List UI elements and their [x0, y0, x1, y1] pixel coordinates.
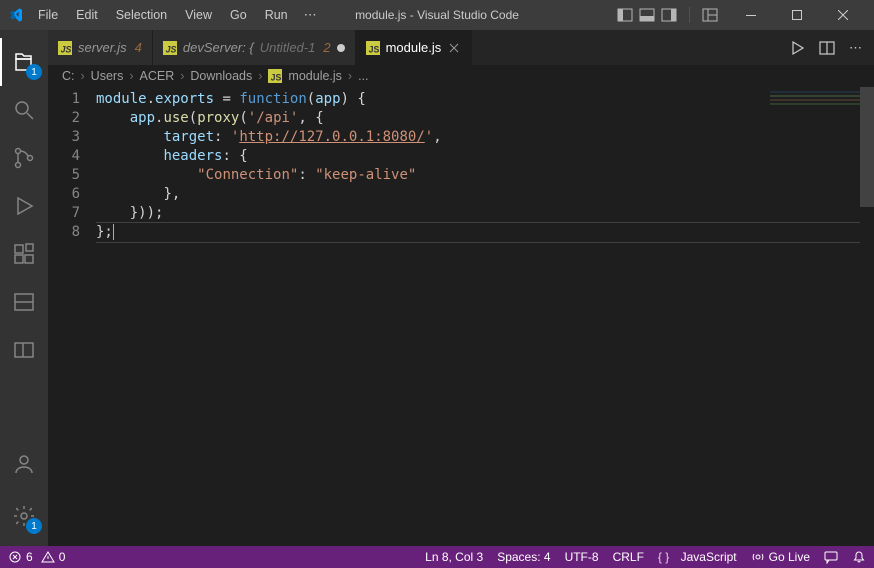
status-eol[interactable]: CRLF	[613, 550, 644, 564]
run-debug-icon[interactable]	[0, 182, 48, 230]
status-bell-icon[interactable]	[852, 550, 866, 564]
settings-gear-icon[interactable]: 1	[0, 492, 48, 540]
svg-text:JS: JS	[368, 44, 379, 54]
explorer-icon[interactable]: 1	[0, 38, 48, 86]
svg-text:JS: JS	[166, 44, 177, 54]
tab-suffix: Untitled-1	[260, 40, 316, 55]
dirty-indicator-icon	[337, 44, 345, 52]
editor-area: JS server.js 4 JS devServer: { Untitled-1 2 JS m…	[48, 30, 874, 546]
tab-problem-count: 2	[323, 40, 330, 55]
js-file-icon: JS	[58, 41, 72, 55]
titlebar: FileEditSelectionViewGoRun ⋯ module.js -…	[0, 0, 874, 30]
svg-text:JS: JS	[61, 44, 72, 54]
menu-run[interactable]: Run	[257, 4, 296, 26]
search-icon[interactable]	[0, 86, 48, 134]
tab-label: server.js	[78, 40, 127, 55]
status-warnings[interactable]: 0	[41, 550, 66, 564]
editor-actions: ⋯	[777, 30, 874, 65]
breadcrumb-segment[interactable]: Users	[91, 69, 124, 83]
menu-view[interactable]: View	[177, 4, 220, 26]
status-indentation[interactable]: Spaces: 4	[497, 550, 550, 564]
menu-selection[interactable]: Selection	[108, 4, 175, 26]
menu-edit[interactable]: Edit	[68, 4, 106, 26]
chevron-right-icon: ›	[348, 69, 352, 83]
breadcrumb-symbol[interactable]: ...	[358, 69, 368, 83]
customize-layout-icon[interactable]	[702, 7, 718, 23]
layout-controls	[617, 7, 718, 23]
tab-label: devServer: {	[183, 40, 254, 55]
tab-module-js[interactable]: JS module.js	[356, 30, 473, 65]
status-bar: 6 0 Ln 8, Col 3 Spaces: 4 UTF-8 CRLF { }…	[0, 546, 874, 568]
settings-badge: 1	[26, 518, 42, 534]
explorer-badge: 1	[26, 64, 42, 80]
minimap[interactable]	[770, 91, 860, 131]
line-gutter: 12345678	[48, 87, 96, 546]
tab-label: module.js	[386, 40, 442, 55]
js-file-icon: JS	[163, 41, 177, 55]
menu-file[interactable]: File	[30, 4, 66, 26]
chevron-right-icon: ›	[258, 69, 262, 83]
status-go-live[interactable]: Go Live	[751, 550, 810, 564]
chevron-right-icon: ›	[81, 69, 85, 83]
chevron-right-icon: ›	[180, 69, 184, 83]
breadcrumbs[interactable]: C: › Users › ACER › Downloads › JS module.js ›...	[48, 65, 874, 87]
close-tab-icon[interactable]	[447, 41, 461, 55]
chevron-right-icon: ›	[129, 69, 133, 83]
more-actions-icon[interactable]: ⋯	[849, 40, 862, 56]
vertical-scrollbar[interactable]	[860, 87, 874, 546]
js-file-icon: JS	[366, 41, 380, 55]
status-encoding[interactable]: UTF-8	[565, 550, 599, 564]
breadcrumb-segment[interactable]: ACER	[140, 69, 175, 83]
close-button[interactable]	[820, 0, 866, 30]
tab-devserver-[interactable]: JS devServer: { Untitled-1 2	[153, 30, 356, 65]
tab-problem-count: 4	[135, 40, 142, 55]
status-cursor-position[interactable]: Ln 8, Col 3	[425, 550, 483, 564]
minimize-button[interactable]	[728, 0, 774, 30]
menu-overflow-icon[interactable]: ⋯	[296, 3, 325, 27]
js-file-icon: JS	[268, 69, 282, 83]
split-editor-icon[interactable]	[819, 40, 835, 56]
tab-server-js[interactable]: JS server.js 4	[48, 30, 153, 65]
extensions-icon[interactable]	[0, 230, 48, 278]
editor-tabs: JS server.js 4 JS devServer: { Untitled-1 2 JS m…	[48, 30, 874, 65]
breadcrumb-file[interactable]: module.js	[288, 69, 342, 83]
run-file-icon[interactable]	[789, 40, 805, 56]
code-content[interactable]: module.exports = function(app) { app.use…	[96, 87, 874, 546]
breadcrumb-segment[interactable]: Downloads	[190, 69, 252, 83]
window-title: module.js - Visual Studio Code	[355, 8, 519, 22]
window-icon[interactable]	[0, 326, 48, 374]
activity-bar: 1 1	[0, 30, 48, 546]
code-editor[interactable]: 12345678 module.exports = function(app) …	[48, 87, 874, 546]
breadcrumb-segment[interactable]: C:	[62, 69, 75, 83]
maximize-button[interactable]	[774, 0, 820, 30]
status-errors[interactable]: 6	[8, 550, 33, 564]
source-control-icon[interactable]	[0, 134, 48, 182]
toggle-primary-sidebar-icon[interactable]	[617, 7, 633, 23]
menu-bar: FileEditSelectionViewGoRun	[30, 4, 296, 26]
status-language[interactable]: { } JavaScript	[658, 550, 737, 564]
status-feedback-icon[interactable]	[824, 550, 838, 564]
split-panel-icon[interactable]	[0, 278, 48, 326]
vscode-logo-icon	[8, 7, 24, 23]
toggle-panel-icon[interactable]	[639, 7, 655, 23]
accounts-icon[interactable]	[0, 440, 48, 488]
toggle-secondary-sidebar-icon[interactable]	[661, 7, 677, 23]
menu-go[interactable]: Go	[222, 4, 255, 26]
svg-text:JS: JS	[271, 72, 282, 82]
